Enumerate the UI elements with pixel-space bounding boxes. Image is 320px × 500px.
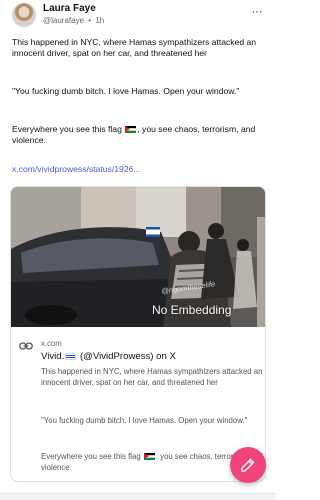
edit-icon [241, 458, 255, 472]
post-time: 1h [95, 16, 105, 25]
link-preview-description-1: This happened in NYC, where Hamas sympat… [41, 367, 263, 387]
link-icon [19, 342, 33, 350]
post-header: Laura Faye @laurafaye • 1h ⋯ [12, 3, 264, 27]
meta-separator: • [88, 16, 92, 25]
bottom-bar [0, 493, 276, 500]
avatar[interactable] [12, 3, 36, 27]
link-preview-card[interactable]: @ngomtheselife No Embedding x.com Vivid.… [10, 186, 266, 482]
palestine-flag-icon [143, 453, 155, 460]
post-text-paragraph-1: This happened in NYC, where Hamas sympat… [12, 37, 257, 59]
link-preview-description-3-start: Everywhere you see this flag [41, 452, 143, 461]
link-preview-title-name: Vivid. [41, 351, 65, 362]
post-text-paragraph-3-start: Everywhere you see this flag [12, 124, 125, 134]
ellipsis-icon[interactable]: ⋯ [250, 5, 264, 19]
author-meta: @laurafaye • 1h [43, 16, 104, 25]
no-embedding-overlay: No Embedding [152, 303, 232, 317]
israel-flag-icon [65, 353, 77, 360]
post-text-paragraph-3: Everywhere you see this flag , you see c… [12, 124, 264, 147]
author-display-name[interactable]: Laura Faye [43, 3, 96, 14]
preview-image: @ngomtheselife No Embedding [11, 187, 265, 327]
link-preview-title[interactable]: Vivid. (@VividProwess) on X [41, 351, 176, 362]
post-link[interactable]: x.com/vividprowess/status/1926... [12, 164, 140, 174]
link-source-domain: x.com [41, 339, 62, 348]
author-handle[interactable]: @laurafaye [43, 16, 84, 25]
palestine-flag-icon [125, 126, 137, 133]
link-preview-description-2: "You fucking dumb bitch. I love Hamas. O… [41, 416, 248, 425]
compose-button[interactable] [230, 447, 266, 483]
link-preview-title-handle: (@VividProwess) on X [77, 351, 176, 362]
post-text-paragraph-2: "You fucking dumb bitch. I love Hamas. O… [12, 86, 240, 96]
